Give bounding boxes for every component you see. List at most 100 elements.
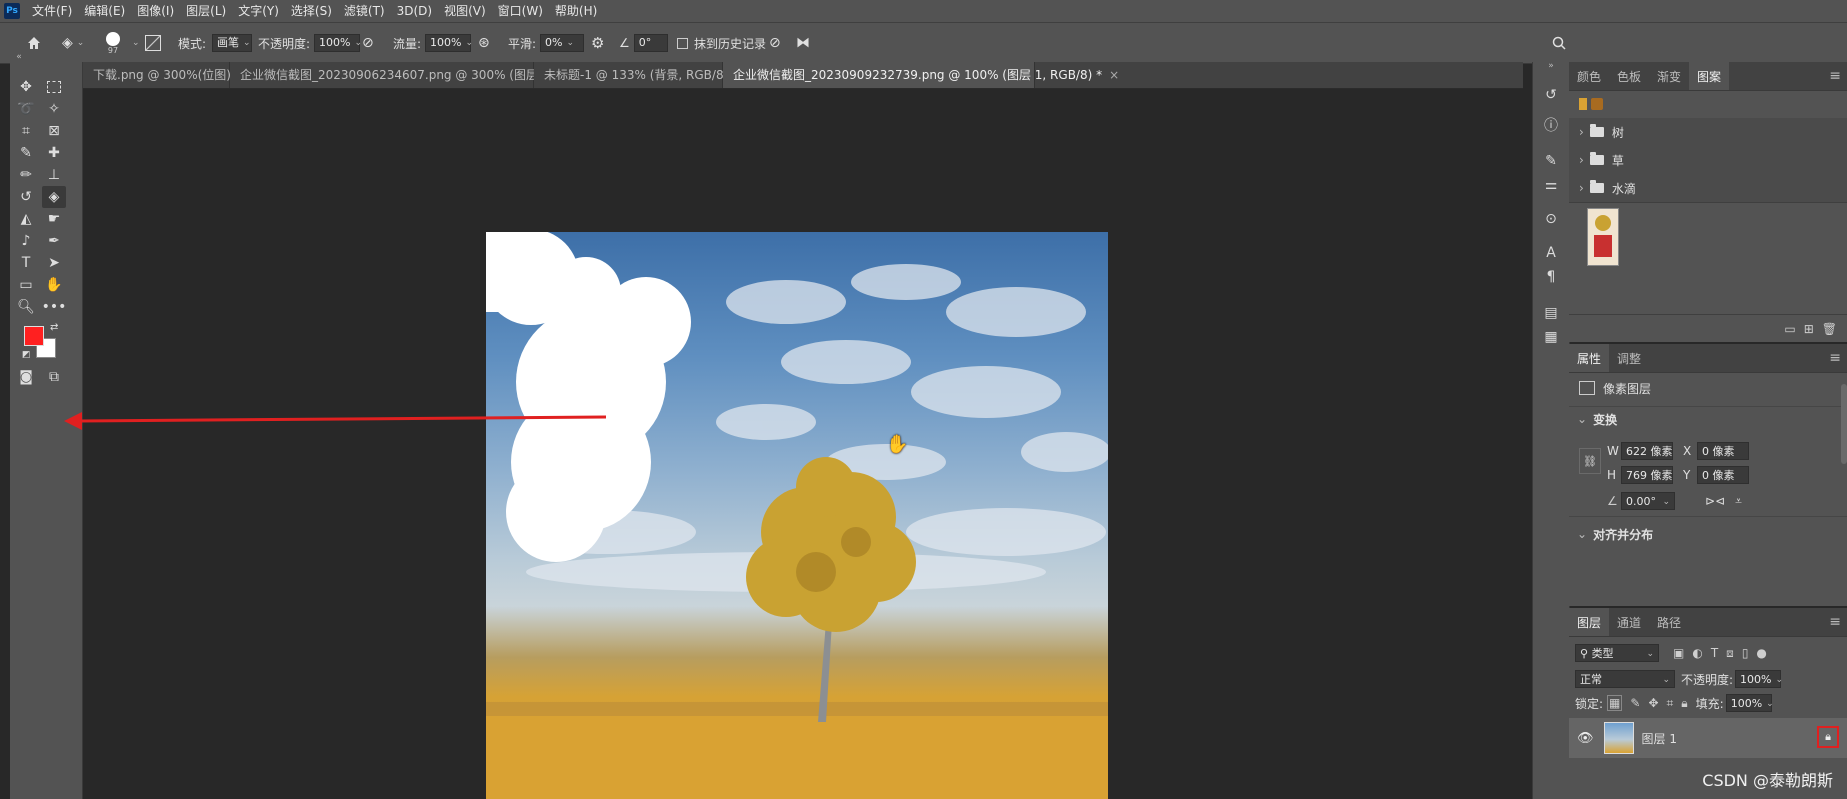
filter-toggle-icon[interactable]: ● (1756, 646, 1766, 660)
filter-adjustment-icon[interactable]: ◐ (1692, 646, 1702, 660)
marquee-tool-icon[interactable] (42, 76, 66, 98)
libraries-panel-icon[interactable]: ▤ (1533, 302, 1569, 324)
menu-type[interactable]: 文字(Y) (232, 0, 285, 22)
menu-help[interactable]: 帮助(H) (549, 0, 603, 22)
new-group-folder-icon[interactable]: ▭ (1784, 322, 1795, 336)
pen-tool-icon[interactable]: ✒ (42, 230, 66, 252)
more-tools-icon[interactable]: ••• (42, 296, 67, 318)
paint-bucket-tool-icon[interactable]: ◭ (14, 208, 38, 230)
adjustments-panel-icon[interactable]: ⚌ (1533, 174, 1569, 196)
symmetry-butterfly-icon[interactable]: ⧓ (796, 23, 810, 63)
tab-patterns[interactable]: 图案 (1689, 62, 1730, 90)
menu-edit[interactable]: 编辑(E) (78, 0, 131, 22)
airbrush-icon[interactable]: ⊛ (478, 23, 490, 63)
x-field[interactable]: 0 像素 (1697, 442, 1749, 460)
menu-view[interactable]: 视图(V) (438, 0, 492, 22)
layer-lock-icon[interactable]: 🔒︎ (1817, 726, 1839, 748)
panel-menu-icon[interactable]: ≡ (1829, 344, 1841, 372)
hand-tool-icon[interactable]: ✋ (42, 274, 66, 296)
menu-layer[interactable]: 图层(L) (180, 0, 232, 22)
zoom-tool-icon[interactable]: 🔍︎ (14, 296, 38, 318)
search-icon[interactable] (1552, 23, 1566, 63)
pattern-group-tree[interactable]: › 树 (1569, 118, 1847, 147)
menu-select[interactable]: 选择(S) (285, 0, 338, 22)
default-colors-icon[interactable]: ◩ (22, 350, 31, 360)
paragraph-panel-icon[interactable]: ¶ (1533, 266, 1569, 288)
eraser-tool-icon[interactable]: ◈ (42, 186, 66, 208)
menu-window[interactable]: 窗口(W) (492, 0, 549, 22)
tab-gradients[interactable]: 渐变 (1649, 62, 1689, 90)
flip-vertical-icon[interactable]: ⩡ (1735, 494, 1742, 509)
brush-settings-icon[interactable] (145, 23, 161, 63)
tab-channels[interactable]: 通道 (1609, 608, 1649, 636)
pattern-group-grass[interactable]: › 草 (1569, 146, 1847, 175)
pattern-thumb-small[interactable] (1591, 98, 1603, 110)
magic-wand-tool-icon[interactable]: ✧ (42, 98, 66, 120)
close-tab-icon[interactable]: × (1109, 68, 1119, 82)
panel-menu-icon[interactable]: ≡ (1829, 608, 1841, 636)
path-selection-tool-icon[interactable]: ➤ (42, 252, 66, 274)
menu-file[interactable]: 文件(F) (26, 0, 78, 22)
lock-transparent-pixels-icon[interactable]: ▦ (1607, 695, 1623, 711)
collapse-panels-icon[interactable]: » (1533, 60, 1569, 72)
filter-smart-object-icon[interactable]: ▯ (1742, 646, 1749, 660)
tab-wechat-screenshot-1[interactable]: 企业微信截图_20230906234607.png @ 300% (图层 1, … (230, 62, 616, 88)
tab-swatches[interactable]: 色板 (1609, 62, 1649, 90)
tab-paths[interactable]: 路径 (1649, 608, 1689, 636)
pattern-thumb-small[interactable] (1579, 98, 1587, 110)
crop-tool-icon[interactable]: ⌗ (14, 120, 38, 142)
lasso-tool-icon[interactable]: ➰ (14, 98, 38, 120)
rectangle-tool-icon[interactable]: ▭ (14, 274, 38, 296)
layer-opacity-field[interactable]: 100% ⌄ (1735, 670, 1783, 688)
character-panel-icon[interactable]: A (1533, 242, 1569, 264)
layer-filter-select[interactable]: ⚲ 类型 ⌄ (1575, 644, 1659, 662)
y-field[interactable]: 0 像素 (1697, 466, 1749, 484)
lock-image-pixels-icon[interactable]: ✎ (1630, 696, 1640, 710)
pattern-thumbnail-character[interactable] (1587, 208, 1619, 266)
lock-artboard-icon[interactable]: ⌗ (1667, 696, 1674, 711)
smudge-tool-icon[interactable]: ☛ (42, 208, 66, 230)
eraser-preset-picker[interactable]: ◈ ⌄ (62, 23, 84, 63)
erase-history-checkbox[interactable] (677, 37, 688, 49)
collapse-toolbar-icon[interactable]: « (14, 52, 24, 62)
brush-chevron-icon[interactable]: ⌄ (128, 23, 140, 63)
lock-all-icon[interactable]: 🔒︎ (1681, 696, 1687, 711)
blend-mode-select[interactable]: 正常 ⌄ (1575, 670, 1675, 688)
quick-mask-icon[interactable]: ◙ (14, 366, 38, 388)
menu-image[interactable]: 图像(I) (131, 0, 180, 22)
pressure-opacity-icon[interactable]: ⊘ (362, 23, 374, 63)
tab-color[interactable]: 颜色 (1569, 62, 1609, 90)
tab-download-png[interactable]: 下载.png @ 300%(位图) *× (83, 62, 258, 88)
pattern-group-waterdrop[interactable]: › 水滴 (1569, 174, 1847, 203)
smoothing-settings-gear-icon[interactable]: ⚙ (591, 23, 604, 63)
link-dimensions-chain-icon[interactable]: ⛓ (1579, 448, 1601, 474)
height-field[interactable]: 769 像素 (1621, 466, 1673, 484)
brush-settings-panel-icon[interactable]: ✎ (1533, 150, 1569, 172)
info-panel-icon[interactable]: ⓘ (1533, 114, 1569, 136)
tab-properties[interactable]: 属性 (1569, 344, 1610, 372)
visibility-eye-icon[interactable]: 👁︎ (1577, 731, 1594, 746)
eyedropper-tool-icon[interactable]: ✎ (14, 142, 38, 164)
fill-field[interactable]: 100% ⌄ (1725, 694, 1774, 712)
tab-wechat-screenshot-2[interactable]: 企业微信截图_20230909232739.png @ 100% (图层 1, … (723, 62, 1119, 88)
rotation-field[interactable]: 0.00° ⌄ (1621, 492, 1675, 510)
layer-row[interactable]: 👁︎ 图层 1 🔒︎ (1569, 718, 1847, 758)
move-tool-icon[interactable]: ✥ (14, 76, 38, 98)
opacity-field[interactable]: 100% ⌄ (314, 34, 362, 52)
clone-stamp-tool-icon[interactable]: ⊥ (42, 164, 66, 186)
filter-shape-icon[interactable]: ⧈ (1726, 646, 1734, 661)
tab-untitled-1[interactable]: 未标题-1 @ 133% (背景, RGB/8#) *× (534, 62, 765, 88)
history-panel-icon[interactable]: ↺ (1533, 84, 1569, 106)
foreground-color-swatch[interactable] (24, 326, 44, 346)
healing-brush-tool-icon[interactable]: ✚ (42, 142, 66, 164)
screen-mode-icon[interactable]: ⧉ (42, 366, 66, 388)
flip-horizontal-icon[interactable]: ⊳⊲ (1705, 494, 1725, 508)
menu-3d[interactable]: 3D(D) (391, 0, 438, 22)
expand-chevron-icon[interactable]: › (1579, 125, 1584, 139)
tab-layers[interactable]: 图层 (1569, 608, 1610, 636)
panel-menu-icon[interactable]: ≡ (1829, 62, 1841, 90)
filter-pixel-icon[interactable]: ▣ (1673, 646, 1684, 660)
dodge-tool-icon[interactable]: ♪ (14, 230, 38, 252)
smooth-field[interactable]: 0% ⌄ (540, 34, 585, 52)
properties-scrollbar[interactable] (1841, 384, 1847, 464)
